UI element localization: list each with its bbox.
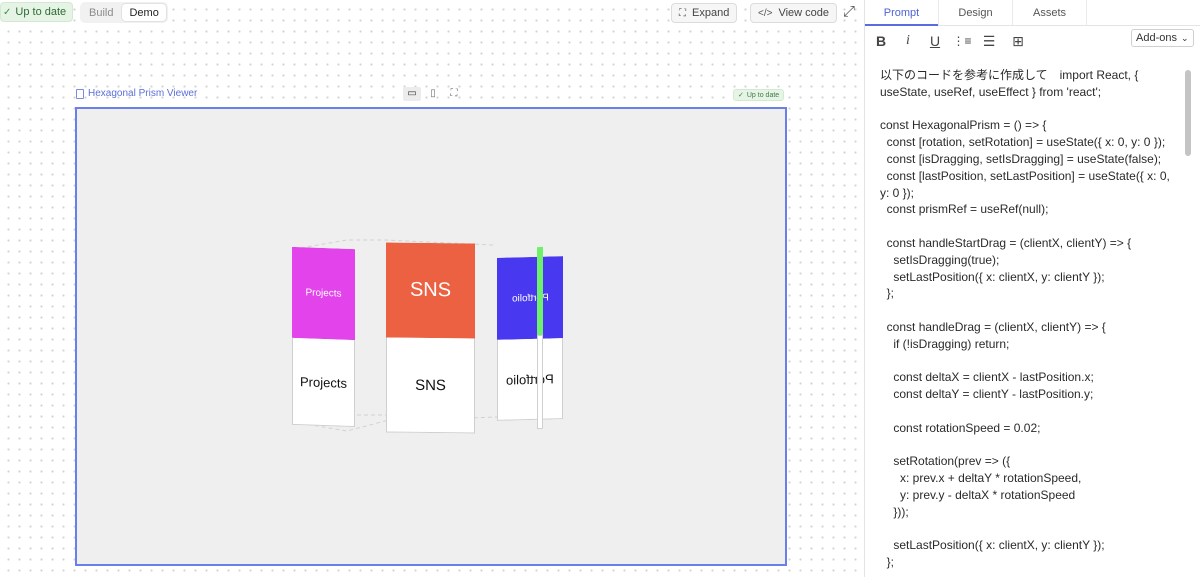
prism-edge-white bbox=[537, 334, 543, 430]
preview-title: Hexagonal Prism Viewer bbox=[76, 88, 197, 99]
face-label: Projects bbox=[305, 287, 342, 300]
fullscreen-icon[interactable]: ⛶ bbox=[445, 87, 463, 101]
face-top: Portfolio bbox=[497, 256, 563, 340]
status-pill: ✓ Up to date bbox=[0, 2, 74, 22]
face-top: Projects bbox=[292, 246, 355, 341]
device-switcher: ▭ ▯ ⛶ bbox=[403, 87, 463, 101]
chevron-down-icon: ⌄ bbox=[1180, 32, 1189, 43]
tab-prompt[interactable]: Prompt bbox=[865, 0, 939, 26]
prism-edge-green bbox=[537, 246, 543, 336]
tab-design[interactable]: Design bbox=[939, 0, 1013, 25]
addons-label: Add-ons bbox=[1136, 32, 1177, 44]
tab-assets[interactable]: Assets bbox=[1013, 0, 1087, 25]
view-code-label: View code bbox=[778, 7, 830, 19]
mode-toggle: Build Demo bbox=[80, 2, 168, 23]
face-caption: Projects bbox=[300, 373, 347, 391]
demo-tab[interactable]: Demo bbox=[122, 4, 166, 21]
check-icon: ✓ bbox=[738, 92, 744, 99]
expand-button[interactable]: ⛶ Expand bbox=[671, 3, 738, 23]
scrollbar[interactable] bbox=[1185, 66, 1193, 576]
underline-icon[interactable]: U bbox=[925, 32, 945, 50]
prism-face-sns[interactable]: SNS SNS bbox=[386, 242, 475, 434]
addons-dropdown[interactable]: Add-ons ⌄ bbox=[1131, 29, 1194, 47]
face-bottom: Portfolio bbox=[497, 338, 563, 421]
bold-icon[interactable]: B bbox=[871, 32, 891, 50]
preview-status-badge: ✓ Up to date bbox=[733, 89, 785, 101]
italic-icon[interactable]: i bbox=[898, 32, 918, 50]
prompt-editor[interactable]: 以下のコードを参考に作成して import React, { useState,… bbox=[880, 67, 1176, 571]
bullet-list-icon[interactable]: ☰ bbox=[979, 32, 999, 50]
check-icon: ✓ bbox=[3, 6, 12, 18]
canvas-area: ✓ Up to date Build Demo ⛶ Expand </> Vie… bbox=[0, 0, 864, 577]
desktop-icon[interactable]: ▭ bbox=[403, 87, 421, 101]
build-tab[interactable]: Build bbox=[82, 4, 120, 21]
scrollbar-thumb[interactable] bbox=[1185, 70, 1191, 156]
face-caption: SNS bbox=[415, 376, 446, 394]
preview-status-text: Up to date bbox=[746, 91, 780, 99]
prism-face-projects[interactable]: Projects Projects bbox=[292, 246, 355, 428]
document-icon bbox=[76, 88, 84, 99]
status-text: Up to date bbox=[15, 6, 67, 18]
fullscreen-toggle-icon[interactable]: ⤢ bbox=[840, 3, 858, 21]
preview-title-text: Hexagonal Prism Viewer bbox=[88, 88, 198, 99]
panel-tabs: Prompt Design Assets bbox=[865, 0, 1200, 26]
face-label: SNS bbox=[409, 278, 452, 302]
side-panel: Prompt Design Assets B i U ⋮≡ ☰ ⊞ Add-on… bbox=[865, 0, 1200, 577]
add-image-icon[interactable]: ⊞ bbox=[1008, 32, 1028, 50]
expand-icon: ⛶ bbox=[679, 7, 686, 19]
prism-face-portfolio[interactable]: Portfolio Portfolio bbox=[497, 256, 563, 421]
face-top: SNS bbox=[386, 242, 475, 339]
mobile-icon[interactable]: ▯ bbox=[424, 87, 442, 101]
view-code-button[interactable]: </> View code bbox=[750, 3, 838, 23]
preview-frame[interactable]: Projects Projects SNS SNS Portfolio Port… bbox=[75, 107, 787, 566]
face-bottom: Projects bbox=[292, 337, 355, 428]
face-bottom: SNS bbox=[386, 337, 475, 434]
code-icon: </> bbox=[758, 7, 773, 19]
ordered-list-icon[interactable]: ⋮≡ bbox=[952, 32, 972, 50]
face-caption: Portfolio bbox=[506, 370, 554, 388]
expand-label: Expand bbox=[692, 7, 730, 19]
